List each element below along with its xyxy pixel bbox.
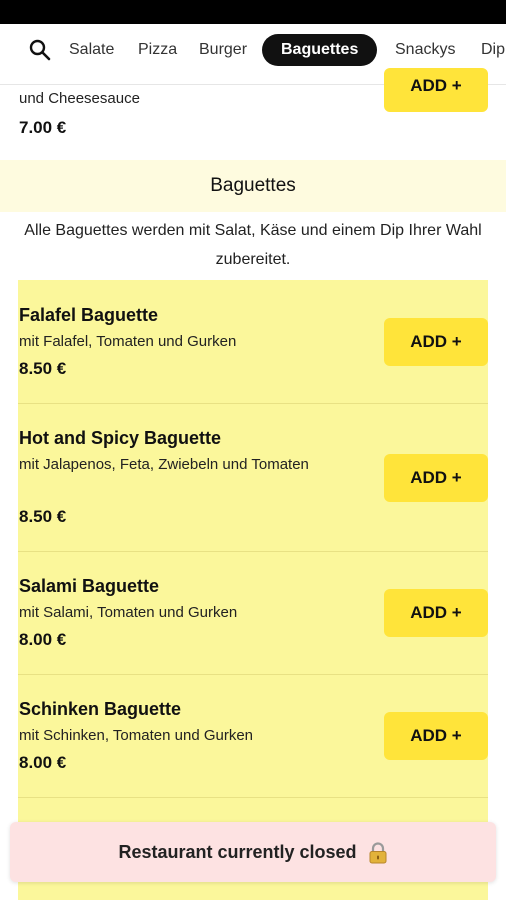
section-description: Alle Baguettes werden mit Salat, Käse un… bbox=[24, 222, 482, 268]
tab-dip[interactable]: Dip bbox=[481, 34, 505, 66]
previous-item-add-button[interactable]: ADD + bbox=[384, 68, 488, 112]
tab-salate[interactable]: Salate bbox=[69, 34, 114, 66]
item-name: Falafel Baguette bbox=[19, 305, 159, 325]
search-icon bbox=[29, 39, 51, 61]
tab-snackys[interactable]: Snackys bbox=[395, 34, 455, 66]
divider bbox=[18, 674, 488, 675]
menu-item-list: Falafel Baguette mit Falafel, Tomaten un… bbox=[18, 280, 488, 900]
tab-baguettes[interactable]: Baguettes bbox=[262, 34, 378, 66]
divider bbox=[18, 403, 488, 404]
item-price: 8.00 € bbox=[19, 630, 67, 649]
divider bbox=[18, 797, 488, 798]
item-description: mit Jalapenos, Feta, Zwiebeln und Tomate… bbox=[19, 456, 309, 473]
item-price: 8.50 € bbox=[19, 359, 67, 378]
add-to-cart-button[interactable]: ADD + bbox=[384, 712, 488, 760]
add-to-cart-button[interactable]: ADD + bbox=[384, 318, 488, 366]
add-to-cart-button[interactable]: ADD + bbox=[384, 454, 488, 502]
add-to-cart-button[interactable]: ADD + bbox=[384, 589, 488, 637]
lock-icon bbox=[369, 842, 387, 864]
add-button-label: ADD + bbox=[410, 76, 462, 95]
item-name: Hot and Spicy Baguette bbox=[19, 428, 222, 448]
section-title: Baguettes bbox=[0, 160, 506, 212]
item-price: 8.00 € bbox=[19, 753, 67, 772]
tab-pizza[interactable]: Pizza bbox=[138, 34, 177, 66]
item-description: mit Salami, Tomaten und Gurken bbox=[19, 604, 238, 621]
tab-burger[interactable]: Burger bbox=[199, 34, 247, 66]
item-description: mit Schinken, Tomaten und Gurken bbox=[19, 727, 254, 744]
divider bbox=[18, 551, 488, 552]
item-description: mit Falafel, Tomaten und Gurken bbox=[19, 333, 237, 350]
search-button[interactable] bbox=[28, 38, 52, 62]
previous-item-price: 7.00 € bbox=[19, 118, 67, 137]
status-bar bbox=[0, 0, 506, 24]
item-price: 8.50 € bbox=[19, 507, 67, 526]
item-name: Schinken Baguette bbox=[19, 699, 182, 719]
previous-item-description: und Cheesesauce bbox=[19, 90, 140, 107]
restaurant-closed-banner: Restaurant currently closed bbox=[10, 822, 496, 882]
item-name: Salami Baguette bbox=[19, 576, 160, 596]
banner-text: Restaurant currently closed bbox=[118, 842, 357, 862]
